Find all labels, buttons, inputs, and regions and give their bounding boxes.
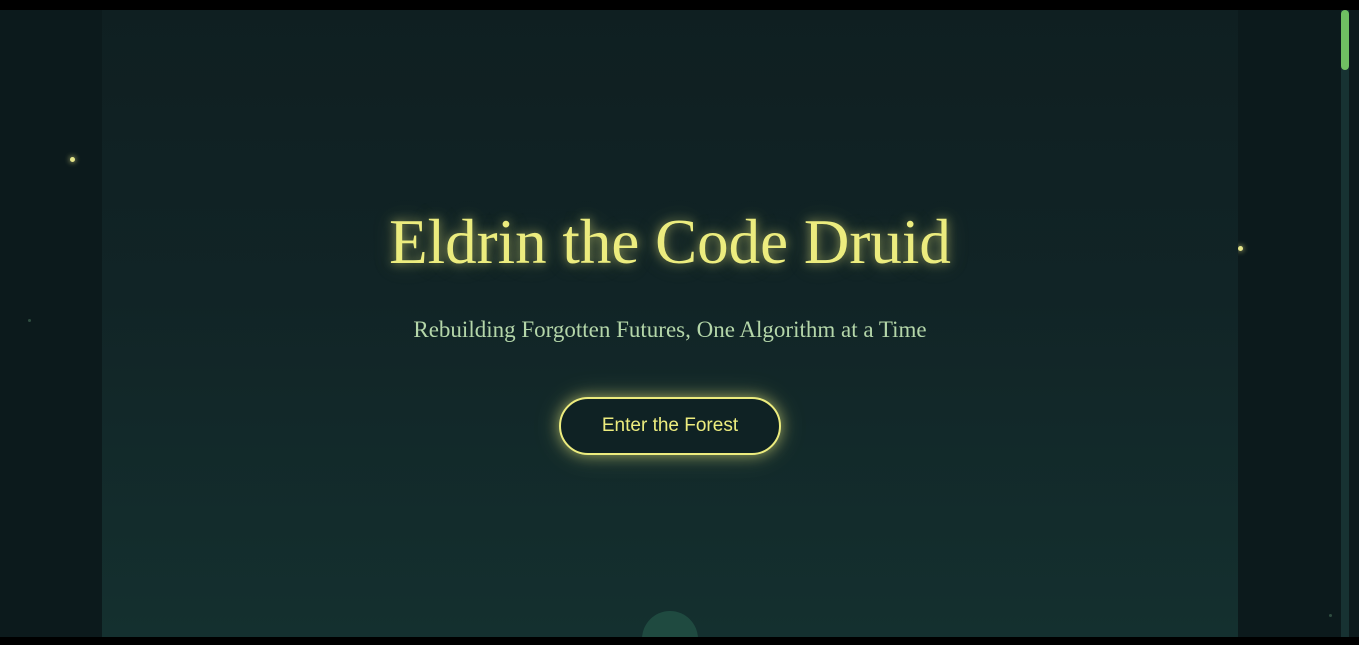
tree-illustration — [642, 611, 698, 637]
hero-subtitle: Rebuilding Forgotten Futures, One Algori… — [413, 317, 927, 342]
scrollbar-track[interactable] — [1341, 10, 1349, 637]
window-edge — [1349, 10, 1359, 637]
enter-forest-button[interactable]: Enter the Forest — [559, 397, 781, 455]
firefly — [1238, 246, 1243, 251]
firefly — [70, 157, 75, 162]
hero-section: Eldrin the Code Druid Rebuilding Forgott… — [102, 10, 1238, 637]
scrollbar-thumb[interactable] — [1341, 10, 1349, 70]
hero-title: Eldrin the Code Druid — [389, 207, 951, 277]
firefly — [28, 319, 31, 322]
firefly — [1329, 614, 1332, 617]
page-viewport: Eldrin the Code Druid Rebuilding Forgott… — [0, 10, 1341, 637]
